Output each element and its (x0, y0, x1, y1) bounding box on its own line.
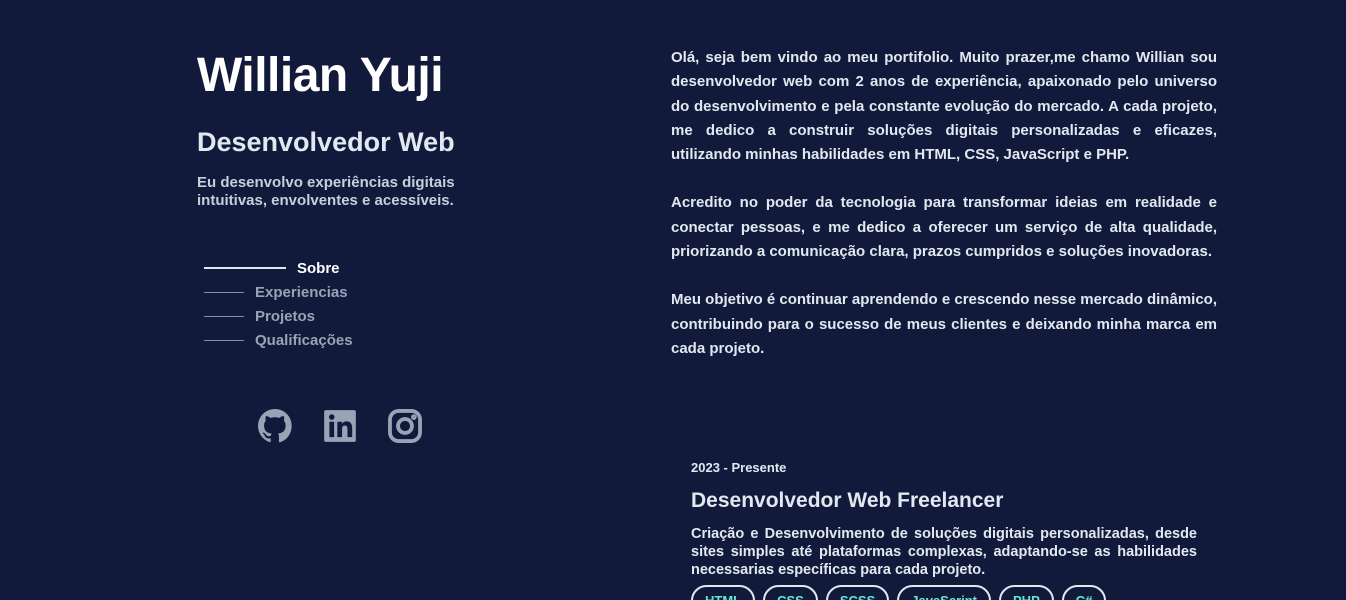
experience-card[interactable]: 2023 - Presente Desenvolvedor Web Freela… (691, 460, 1197, 600)
nav-indicator-line (204, 315, 244, 317)
instagram-icon[interactable] (386, 407, 424, 445)
social-links (256, 407, 424, 445)
nav-item-label: Sobre (297, 259, 340, 277)
about-paragraph: Meu objetivo é continuar aprendendo e cr… (671, 291, 1217, 357)
experience-date: 2023 - Presente (691, 460, 787, 475)
author-role: Desenvolvedor Web (197, 127, 455, 157)
nav-indicator-line (204, 291, 244, 293)
about-section: Olá, seja bem vindo ao meu portifolio. M… (671, 46, 1217, 385)
portfolio-page: Willian Yuji Desenvolvedor Web Eu desenv… (0, 0, 1346, 600)
linkedin-icon[interactable] (321, 407, 359, 445)
tech-tag: HTML (691, 585, 756, 600)
section-nav: Sobre Experiencias Projetos Qualificaçõe… (204, 256, 353, 352)
about-paragraph: Acredito no poder da tecnologia para tra… (671, 194, 1217, 261)
nav-indicator-line (204, 339, 244, 341)
nav-item-sobre[interactable]: Sobre (204, 256, 353, 280)
tech-tag: JavaScript (897, 585, 992, 600)
nav-item-label: Experiencias (255, 283, 348, 301)
author-tagline: Eu desenvolvo experiências digitais intu… (197, 174, 455, 209)
nav-item-qualificacoes[interactable]: Qualificações (204, 328, 353, 352)
tech-tag: SCSS (825, 585, 890, 600)
experience-title: Desenvolvedor Web Freelancer (691, 489, 1004, 512)
experience-description: Criação e Desenvolvimento de soluções di… (691, 526, 1197, 578)
tech-tag: CSS (763, 585, 818, 600)
github-icon[interactable] (256, 407, 294, 445)
author-name: Willian Yuji (197, 49, 444, 102)
nav-item-label: Projetos (255, 307, 316, 325)
tech-tags: HTML CSS SCSS JavaScript PHP C# (691, 585, 1197, 600)
nav-item-projetos[interactable]: Projetos (204, 304, 353, 328)
tech-tag: PHP (999, 585, 1054, 600)
nav-item-experiencias[interactable]: Experiencias (204, 280, 353, 304)
nav-item-label: Qualificações (255, 331, 353, 349)
about-paragraph: Olá, seja bem vindo ao meu portifolio. M… (671, 49, 1217, 164)
tech-tag: C# (1061, 585, 1107, 600)
nav-indicator-line (204, 267, 286, 269)
